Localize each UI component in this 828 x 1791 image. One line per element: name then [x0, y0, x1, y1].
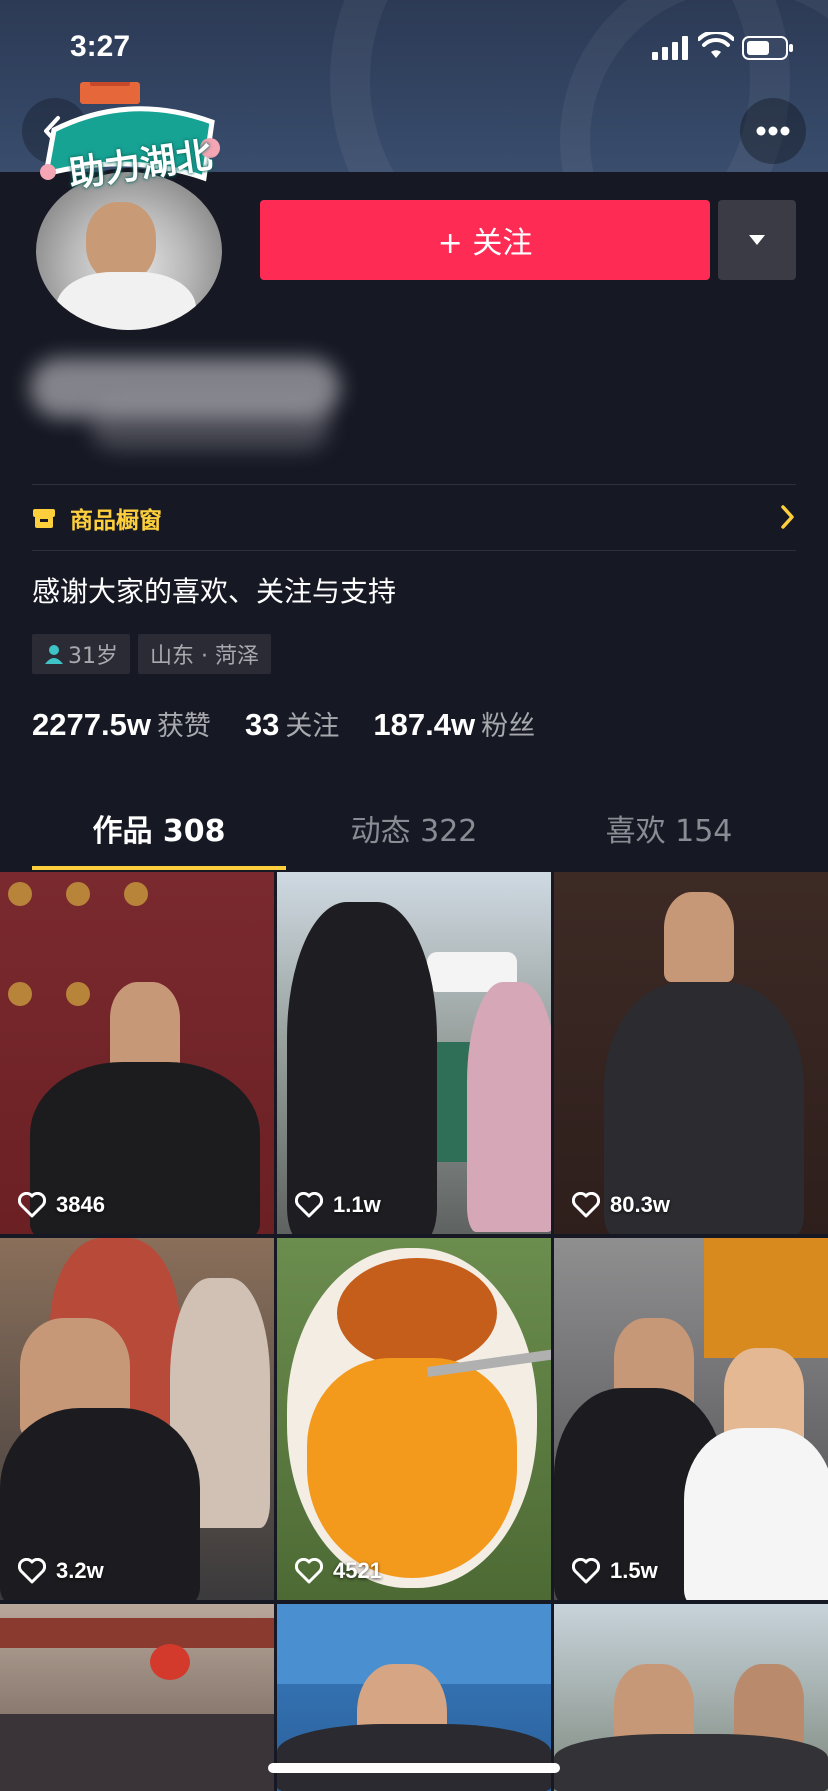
avatar-image [32, 168, 226, 334]
followers-label[interactable]: 粉丝 [481, 704, 535, 743]
video-likes: 1.5w [572, 1558, 658, 1584]
video-likes: 80.3w [572, 1192, 670, 1218]
recommend-dropdown-button[interactable] [718, 200, 796, 280]
person-icon [45, 645, 63, 664]
wifi-icon [698, 32, 734, 58]
home-indicator[interactable] [268, 1763, 560, 1773]
shop-window-row[interactable]: 商品橱窗 [32, 490, 796, 546]
follow-button[interactable]: + 关注 [260, 200, 710, 280]
age-label: 31岁 [68, 644, 118, 669]
video-likes: 4521 [295, 1558, 382, 1584]
heart-icon [18, 1192, 46, 1218]
heart-icon [18, 1558, 46, 1584]
age-tag: 31岁 [32, 634, 130, 674]
status-time: 3:27 [70, 30, 131, 63]
location-tag: 山东 · 菏泽 [138, 634, 271, 674]
battery-icon [742, 36, 793, 60]
following-label[interactable]: 关注 [285, 704, 339, 743]
divider [32, 550, 796, 551]
user-id-blurred [90, 400, 330, 450]
video-thumbnail[interactable]: 1.1w [277, 872, 551, 1234]
content-tabs: 作品 308 动态 322 喜欢 154 [0, 790, 828, 870]
video-likes: 3846 [18, 1192, 105, 1218]
heart-icon [572, 1558, 600, 1584]
shop-icon [33, 509, 55, 528]
video-likes: 3.2w [18, 1558, 104, 1584]
video-thumbnail[interactable]: 80.3w [554, 872, 828, 1234]
likes-count: 2277.5w [32, 707, 151, 742]
active-tab-indicator [32, 866, 286, 870]
location-label: 山东 · 菏泽 [150, 644, 259, 669]
tab-activity[interactable]: 动态 322 [287, 790, 541, 866]
heart-icon [295, 1558, 323, 1584]
heart-icon [572, 1192, 600, 1218]
more-button[interactable] [740, 98, 806, 164]
signal-icon [652, 36, 688, 60]
profile-tags: 31岁 山东 · 菏泽 [32, 634, 271, 674]
tab-liked[interactable]: 喜欢 154 [542, 790, 796, 866]
followers-count[interactable]: 187.4w [373, 707, 475, 743]
profile-signature: 感谢大家的喜欢、关注与支持 [32, 575, 397, 608]
divider [32, 484, 796, 485]
profile-stats: 2277.5w 获赞 33 关注 187.4w 粉丝 [32, 704, 569, 743]
video-thumbnail[interactable]: 4521 [277, 1238, 551, 1600]
video-likes: 1.1w [295, 1192, 381, 1218]
chevron-right-icon [781, 505, 794, 529]
video-grid: 3846 1.1w 80.3w 3.2w 4521 1.5w [0, 872, 828, 1791]
tab-works[interactable]: 作品 308 [32, 790, 286, 866]
avatar[interactable] [32, 168, 226, 334]
video-thumbnail[interactable]: 3.2w [0, 1238, 274, 1600]
likes-label: 获赞 [156, 711, 211, 742]
video-thumbnail[interactable] [554, 1604, 828, 1791]
video-thumbnail[interactable]: 3846 [0, 872, 274, 1234]
video-thumbnail[interactable]: 1.5w [554, 1238, 828, 1600]
heart-icon [295, 1192, 323, 1218]
shop-window-label: 商品橱窗 [70, 508, 162, 534]
following-count[interactable]: 33 [245, 707, 279, 743]
more-dots-icon [756, 126, 790, 136]
video-thumbnail[interactable] [0, 1604, 274, 1791]
caret-down-icon [749, 235, 765, 245]
